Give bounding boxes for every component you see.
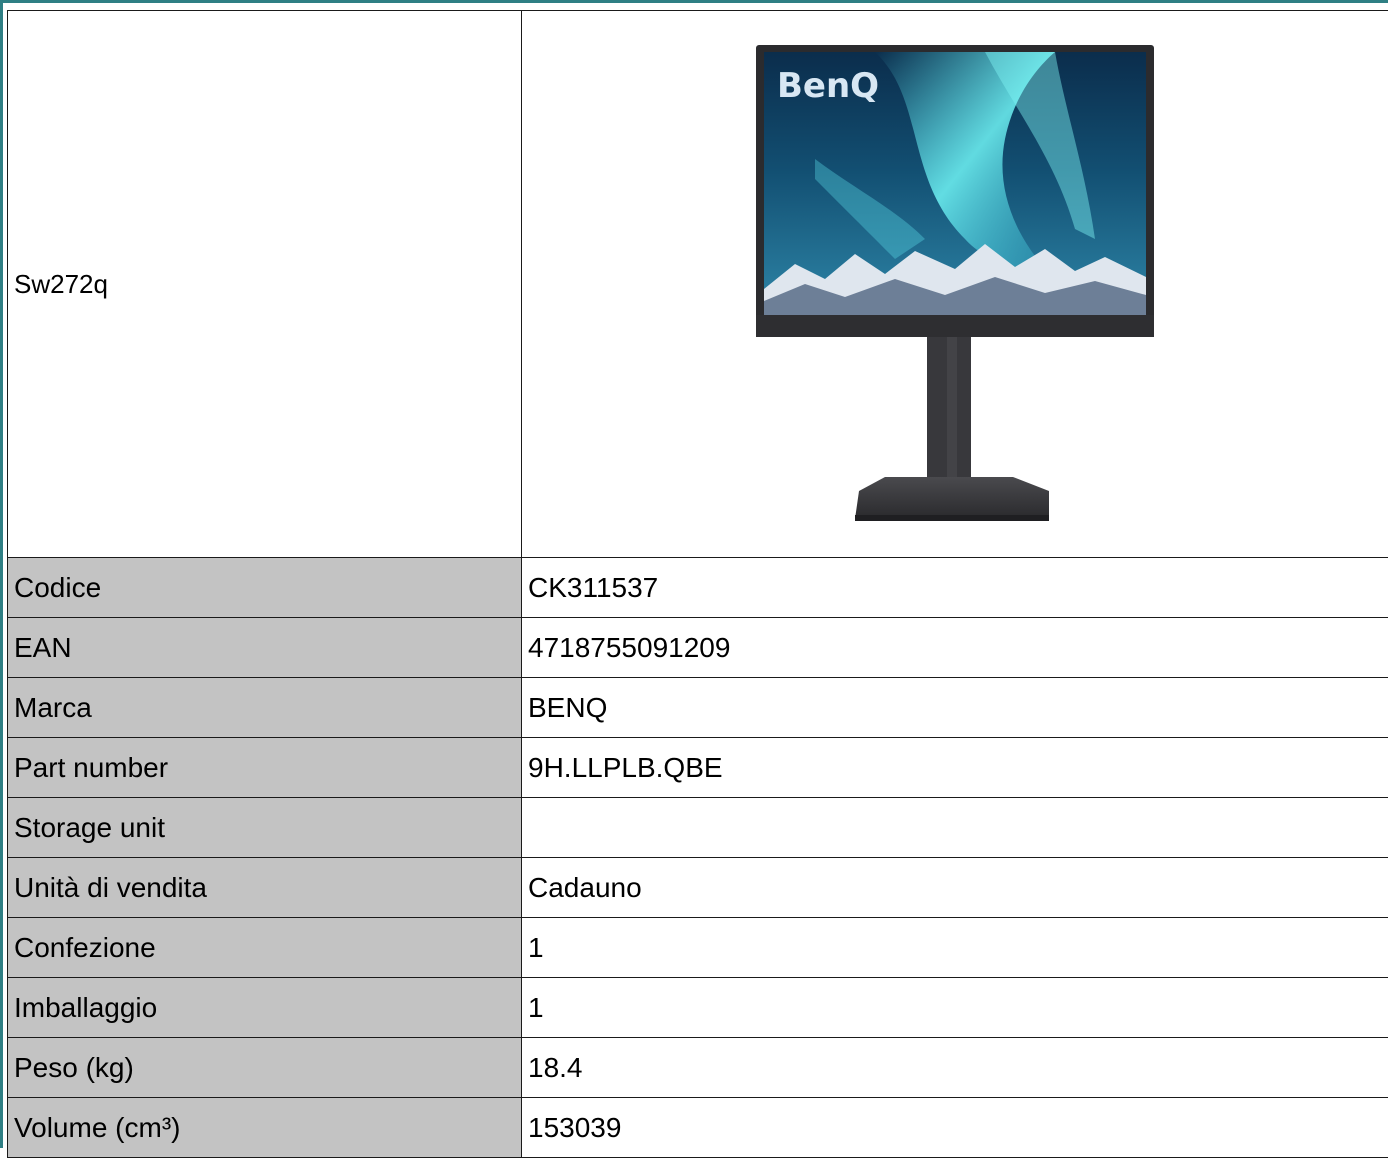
- product-table: Sw272q: [7, 10, 1388, 1158]
- spec-value-storage-unit: [522, 798, 1388, 858]
- product-sheet: Sw272q: [0, 0, 1388, 1148]
- spec-label-peso: Peso (kg): [8, 1038, 522, 1098]
- spec-label-part-number: Part number: [8, 738, 522, 798]
- spec-value-imballaggio: 1: [522, 978, 1388, 1038]
- spec-value-confezione: 1: [522, 918, 1388, 978]
- spec-row: EAN 4718755091209: [8, 618, 1388, 678]
- spec-value-marca: BENQ: [522, 678, 1388, 738]
- spec-row: Imballaggio 1: [8, 978, 1388, 1038]
- spec-row: Volume (cm³) 153039: [8, 1098, 1388, 1158]
- spec-value-peso: 18.4: [522, 1038, 1388, 1098]
- spec-row: Storage unit: [8, 798, 1388, 858]
- benq-logo-text: BenQ: [777, 66, 879, 106]
- spec-value-ean: 4718755091209: [522, 618, 1388, 678]
- spec-row: Part number 9H.LLPLB.QBE: [8, 738, 1388, 798]
- spec-label-ean: EAN: [8, 618, 522, 678]
- spec-row: Codice CK311537: [8, 558, 1388, 618]
- spec-label-confezione: Confezione: [8, 918, 522, 978]
- spec-value-unita-di-vendita: Cadauno: [522, 858, 1388, 918]
- spec-value-part-number: 9H.LLPLB.QBE: [522, 738, 1388, 798]
- product-image-cell: BenQ: [522, 11, 1388, 558]
- spec-label-storage-unit: Storage unit: [8, 798, 522, 858]
- spec-value-volume: 153039: [522, 1098, 1388, 1158]
- spec-row: Marca BENQ: [8, 678, 1388, 738]
- sheet-top-border: [0, 0, 1388, 10]
- monitor-product-image-icon: BenQ: [755, 39, 1155, 529]
- spec-row: Peso (kg) 18.4: [8, 1038, 1388, 1098]
- product-header-row: Sw272q: [8, 11, 1388, 558]
- spec-label-imballaggio: Imballaggio: [8, 978, 522, 1038]
- spec-label-unita-di-vendita: Unità di vendita: [8, 858, 522, 918]
- spec-label-volume: Volume (cm³): [8, 1098, 522, 1158]
- spec-value-codice: CK311537: [522, 558, 1388, 618]
- spec-row: Unità di vendita Cadauno: [8, 858, 1388, 918]
- spec-row: Confezione 1: [8, 918, 1388, 978]
- spec-label-marca: Marca: [8, 678, 522, 738]
- spec-label-codice: Codice: [8, 558, 522, 618]
- product-name: Sw272q: [8, 11, 522, 558]
